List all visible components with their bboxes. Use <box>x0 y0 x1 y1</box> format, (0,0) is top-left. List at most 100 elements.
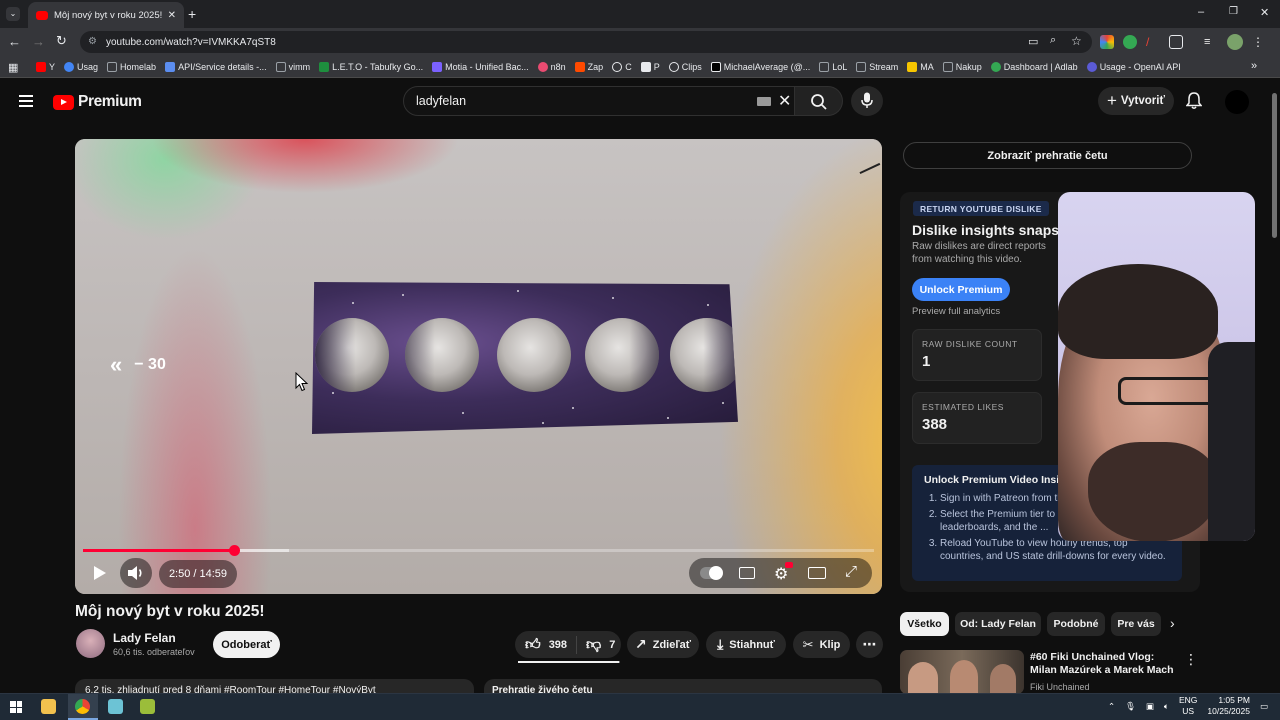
close-tab-icon[interactable]: ✕ <box>168 10 176 21</box>
bookmark-item[interactable]: Usag <box>64 61 98 72</box>
close-window-icon[interactable]: ✕ <box>1260 6 1269 19</box>
chip-all[interactable]: Všetko <box>900 612 949 636</box>
more-bookmarks-icon[interactable]: » <box>1251 60 1257 72</box>
chrome-icon[interactable] <box>75 699 90 714</box>
bookmark-folder[interactable]: LoL <box>819 61 847 72</box>
dislike-button[interactable]: 👎︎ 7 <box>577 636 615 654</box>
bookmark-item[interactable]: Motia - Unified Bac... <box>432 61 529 72</box>
chrome-menu-icon[interactable]: ⋮ <box>1252 35 1264 49</box>
app-green-icon[interactable] <box>140 699 155 714</box>
bookmark-folder[interactable]: vimm <box>275 61 310 72</box>
autoplay-toggle[interactable] <box>700 566 723 580</box>
extensions-puzzle-icon[interactable] <box>1169 35 1183 49</box>
chip-related[interactable]: Podobné <box>1047 612 1105 636</box>
search-button[interactable] <box>795 86 843 116</box>
clip-button[interactable]: ✂ Klip <box>793 631 850 658</box>
chips-next-icon[interactable]: › <box>1170 615 1175 631</box>
video-player[interactable]: « − 30 2:50 / 14:59 ⚙ ⤢ <box>75 139 882 594</box>
bookmark-folder[interactable]: Nakup <box>942 61 982 72</box>
file-explorer-icon[interactable] <box>41 699 56 714</box>
download-button[interactable]: ⤓ Stiahnuť <box>706 631 786 658</box>
microphone-tray-icon[interactable]: 🎙︎ <box>1125 701 1136 712</box>
bookmark-folder[interactable]: Homelab <box>107 61 156 72</box>
account-avatar[interactable] <box>1225 90 1249 114</box>
reload-icon[interactable]: ↻ <box>56 33 67 49</box>
bookmark-item[interactable]: Clips <box>668 61 702 72</box>
taskbar-clock[interactable]: 1:05 PM 10/25/2025 <box>1207 695 1250 717</box>
more-actions-button[interactable]: ⋯ <box>856 631 883 658</box>
scrubber-handle[interactable] <box>229 545 241 556</box>
windows-start-icon[interactable] <box>10 701 22 713</box>
cast-icon[interactable]: ▭ <box>1028 35 1038 48</box>
bookmark-item[interactable]: Usage - OpenAI API <box>1086 61 1181 72</box>
chip-from-channel[interactable]: Od: Lady Felan <box>955 612 1041 636</box>
show-chat-replay-button[interactable]: Zobraziť prehratie četu <box>903 142 1192 169</box>
minimize-icon[interactable]: – <box>1198 6 1204 18</box>
bookmark-item[interactable]: Y <box>36 61 55 72</box>
bookmark-star-icon[interactable]: ☆ <box>1071 34 1082 48</box>
progress-bar[interactable] <box>83 545 874 556</box>
create-button[interactable]: + Vytvoriť <box>1098 87 1174 115</box>
chat-replay-box[interactable]: Prehratie živého četu <box>484 679 882 693</box>
profile-avatar[interactable] <box>1227 34 1243 50</box>
extension-red-icon[interactable]: / <box>1146 35 1160 49</box>
bookmark-item[interactable]: MA <box>907 61 934 72</box>
like-button[interactable]: 👍︎ 398 <box>515 635 577 654</box>
extension-colorful-icon[interactable] <box>1100 35 1114 49</box>
notifications-bell-icon[interactable] <box>1186 92 1202 110</box>
restore-icon[interactable]: ❐ <box>1229 6 1238 17</box>
apps-grid-icon[interactable]: ▦ <box>8 61 18 74</box>
clear-search-icon[interactable]: ✕ <box>778 91 791 111</box>
bookmark-item[interactable]: P <box>640 61 660 72</box>
fullscreen-icon[interactable]: ⤢ <box>845 563 857 580</box>
theater-mode-icon[interactable] <box>808 567 826 579</box>
play-button[interactable] <box>84 558 114 588</box>
address-bar[interactable]: ⚙ youtube.com/watch?v=IVMKKA7qST8 ▭ ⌕ ☆ <box>80 31 1092 53</box>
bookmark-item[interactable]: L.E.T.O - Tabuľky Go... <box>319 61 423 72</box>
zoom-icon[interactable]: ⌕ <box>1050 34 1056 47</box>
hamburger-menu-icon[interactable] <box>19 95 33 107</box>
page-scrollbar[interactable] <box>1272 93 1277 238</box>
recommended-more-icon[interactable]: ⋮ <box>1184 651 1198 668</box>
back-icon[interactable]: ← <box>8 34 21 49</box>
subscribe-button[interactable]: Odoberať <box>213 631 280 658</box>
bookmark-item[interactable]: MichaelAverage (@... <box>710 61 810 72</box>
subtitles-icon[interactable] <box>739 567 755 579</box>
speaker-icon[interactable]: 🔈︎ <box>1164 701 1169 712</box>
bookmark-item[interactable]: API/Service details -... <box>165 61 267 72</box>
share-icon: ↗ <box>635 636 647 652</box>
description-box[interactable]: 6,2 tis. zhliadnutí pred 8 dňami #RoomTo… <box>75 679 474 693</box>
network-icon[interactable]: ▣ <box>1146 701 1154 712</box>
new-tab-icon[interactable]: + <box>188 6 196 22</box>
download-icon: ⤓ <box>717 636 724 652</box>
share-button[interactable]: ↗ Zdieľať <box>627 631 699 658</box>
mouse-cursor-icon <box>295 372 309 392</box>
recommended-title[interactable]: #60 Fiki Unchained Vlog: Milan Mazúrek a… <box>1030 651 1180 677</box>
channel-name[interactable]: Lady Felan <box>113 631 176 645</box>
forward-icon[interactable]: → <box>32 34 45 49</box>
bookmark-folder[interactable]: Stream <box>856 61 898 72</box>
reading-list-icon[interactable]: ≡ <box>1204 35 1218 49</box>
bookmark-item[interactable]: Dashboard | Adlab <box>990 61 1078 72</box>
volume-button[interactable] <box>120 558 152 588</box>
browser-tab-active[interactable]: Môj nový byt v roku 2025! - YouTube ✕ <box>28 2 184 28</box>
app-blue-icon[interactable] <box>108 699 123 714</box>
bookmark-item[interactable]: n8n <box>537 61 566 72</box>
unlock-premium-button[interactable]: Unlock Premium <box>912 278 1010 301</box>
youtube-logo[interactable]: Premium <box>53 93 142 111</box>
channel-avatar[interactable] <box>76 629 105 658</box>
bookmark-item[interactable]: Zap <box>574 61 603 72</box>
search-input[interactable]: ladyfelan ✕ <box>403 86 795 116</box>
tab-search-icon[interactable]: ⌄ <box>6 7 20 21</box>
extension-green-icon[interactable] <box>1123 35 1137 49</box>
bookmark-item[interactable]: C <box>612 61 632 72</box>
chip-for-you[interactable]: Pre vás <box>1111 612 1161 636</box>
keyboard-icon[interactable] <box>757 97 771 106</box>
language-indicator[interactable]: ENG US <box>1179 695 1197 717</box>
tray-chevron-icon[interactable]: ⌃ <box>1108 701 1115 712</box>
recommended-thumbnail[interactable] <box>900 650 1024 694</box>
voice-search-button[interactable] <box>851 86 883 116</box>
notifications-icon[interactable]: ▭ <box>1260 701 1268 712</box>
site-info-icon[interactable]: ⚙ <box>88 36 97 47</box>
insights-step: Reload YouTube to view hourly trends, to… <box>940 538 1170 563</box>
